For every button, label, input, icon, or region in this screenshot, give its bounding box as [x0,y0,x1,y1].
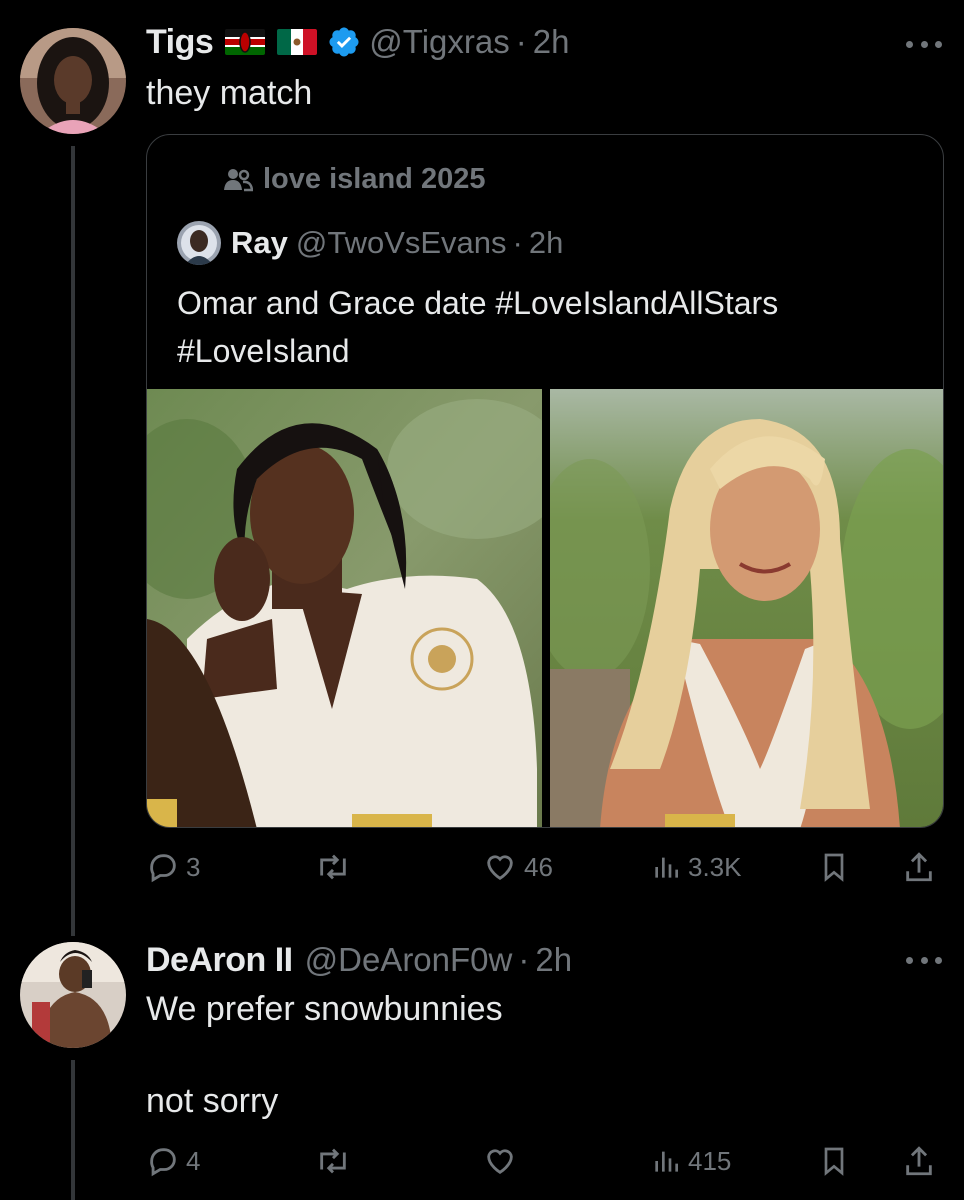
repost-icon [320,1148,346,1174]
timestamp[interactable]: 2h [533,23,570,61]
quoted-timestamp[interactable]: 2h [529,225,563,261]
separator-dot: · [512,225,523,260]
mexico-flag-icon [277,29,318,55]
handle[interactable]: @Tigxras [369,23,509,61]
quoted-tweet-header: Ray @TwoVsEvans · 2h [177,221,563,265]
share-button[interactable] [902,1136,936,1186]
views-icon [655,857,678,878]
share-icon [906,852,932,882]
tweet-text: We prefer snowbunnies not sorry [146,990,503,1120]
more-options-icon[interactable] [906,950,942,970]
like-count: 46 [524,851,553,882]
reply-button[interactable]: 4 [146,1136,200,1186]
repost-icon [320,854,346,880]
repost-button[interactable] [314,1136,358,1186]
bookmark-button[interactable] [818,1136,850,1186]
tweet-tigs[interactable]: Tigs @Tigxras · 2h they match love islan… [0,0,964,940]
reply-icon [150,1148,176,1177]
display-name[interactable]: Tigs [146,23,214,62]
timestamp[interactable]: 2h [535,941,572,979]
display-name[interactable]: DeAron II [146,941,293,980]
share-icon [906,1146,932,1176]
tweet-actions: 3 46 3.3K [146,842,944,892]
media-grid [147,389,943,827]
reply-icon [150,854,176,883]
heart-icon [487,1149,513,1175]
repost-button[interactable] [314,842,358,892]
avatar[interactable] [20,28,126,134]
bookmark-button[interactable] [818,842,850,892]
media-photo-right[interactable] [550,389,943,827]
tweet-actions: 4 415 [146,1136,944,1186]
tweet-header: Tigs @Tigxras · 2h [146,22,569,62]
share-button[interactable] [902,842,936,892]
like-button[interactable] [482,1136,524,1186]
views-count: 415 [688,1145,732,1176]
quoted-avatar[interactable] [177,221,221,265]
views-count: 3.3K [688,851,742,882]
tweet-header: DeAron II @DeAronF0w · 2h [146,940,572,980]
views-button[interactable]: 415 [650,1136,731,1186]
community-label[interactable]: love island 2025 [223,163,485,196]
more-options-icon[interactable] [906,34,942,54]
avatar[interactable] [20,942,126,1048]
media-photo-left[interactable] [147,389,542,827]
views-button[interactable]: 3.3K [650,842,742,892]
thread-line [71,146,75,936]
reply-count: 4 [186,1145,201,1176]
kenya-flag-icon [225,29,266,55]
reply-button[interactable]: 3 [146,842,200,892]
like-button[interactable]: 46 [482,842,553,892]
bookmark-icon [824,1147,844,1176]
separator-dot: · [515,23,527,60]
community-name: love island 2025 [263,163,486,195]
quoted-tweet[interactable]: love island 2025 Ray @TwoVsEvans · 2h Om… [146,134,944,828]
media-divider [542,389,550,827]
handle[interactable]: @DeAronF0w [305,941,513,979]
views-icon [655,1151,678,1172]
quoted-handle[interactable]: @TwoVsEvans [296,225,507,261]
community-icon [224,168,253,191]
reply-count: 3 [186,851,201,882]
verified-badge-icon [327,25,361,59]
quoted-display-name[interactable]: Ray [231,225,288,261]
heart-icon [487,855,513,881]
tweet-text: they match [146,74,313,112]
bookmark-icon [824,853,844,882]
separator-dot: · [518,941,530,978]
tweet-dearon[interactable]: DeAron II @DeAronF0w · 2h We prefer snow… [0,940,964,1200]
quoted-tweet-text: Omar and Grace date #LoveIslandAllStars … [177,285,779,369]
thread-line [71,1060,75,1200]
